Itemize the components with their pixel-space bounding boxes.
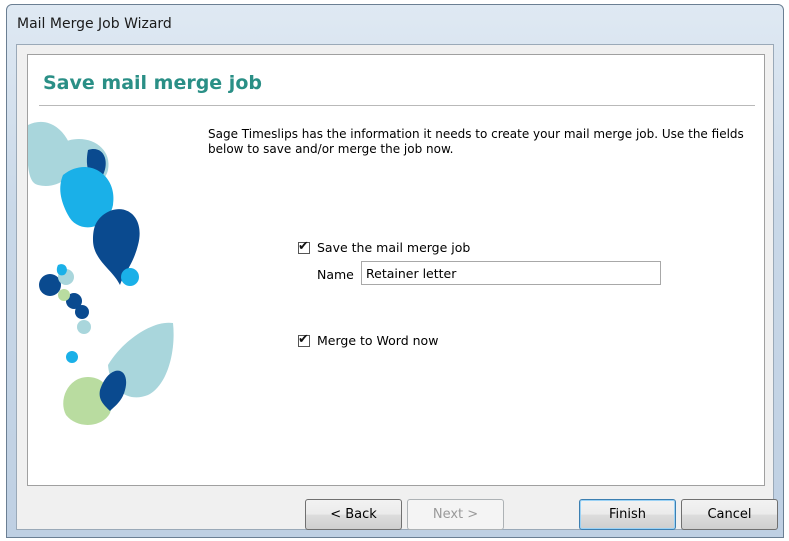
save-job-option[interactable]: ✔ Save the mail merge job [298,238,471,255]
merge-now-label: Merge to Word now [317,333,439,348]
merge-now-option[interactable]: ✔ Merge to Word now [298,331,439,348]
save-job-label: Save the mail merge job [317,240,471,255]
intro-text: Sage Timeslips has the information it ne… [208,127,744,156]
name-label: Name [317,267,354,282]
wizard-window: Mail Merge Job Wizard Save mail merge jo… [6,4,784,538]
window-title: Mail Merge Job Wizard [17,16,172,32]
save-job-checkbox[interactable]: ✔ [298,238,310,254]
client-area: Save mail merge job Sage Timeslips has t… [16,44,778,530]
heading-divider [39,105,755,106]
checkmark-icon: ✔ [298,238,309,254]
checkmark-icon: ✔ [298,331,309,347]
finish-button[interactable]: Finish [579,499,676,530]
decorative-leaves-image [28,121,174,425]
page-heading: Save mail merge job [43,72,262,94]
next-button[interactable]: Next > [407,499,504,530]
cancel-button[interactable]: Cancel [681,499,778,530]
title-bar[interactable]: Mail Merge Job Wizard [7,5,783,43]
merge-now-checkbox[interactable]: ✔ [298,331,310,347]
wizard-page: Save mail merge job Sage Timeslips has t… [27,54,765,486]
back-button[interactable]: < Back [305,499,402,530]
job-name-input[interactable] [361,261,661,285]
